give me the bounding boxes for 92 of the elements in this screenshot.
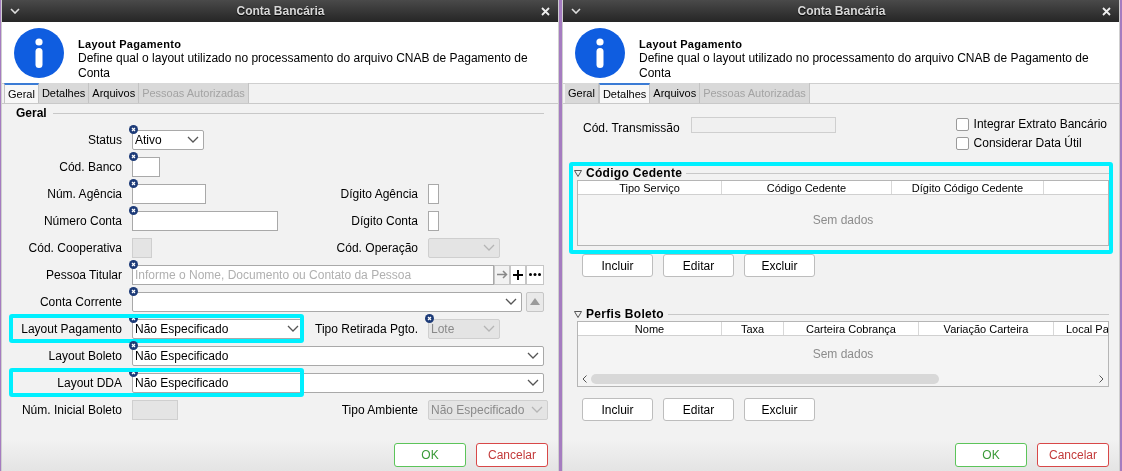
column-header[interactable]: Variação Carteira (919, 322, 1054, 335)
scroll-right-icon[interactable] (1099, 375, 1104, 383)
column-header[interactable]: Nome (578, 322, 722, 335)
field-label: Dígito Agência (339, 185, 418, 203)
table-action-button[interactable]: Excluir (744, 398, 815, 421)
tab[interactable]: Geral (4, 83, 39, 103)
window-title: Conta Bancária (236, 3, 325, 20)
tab[interactable]: Detalhes (598, 83, 651, 103)
field-label: Tipo Retirada Pgto. (314, 320, 418, 338)
chevron-down-icon (527, 378, 539, 387)
field-label: Status (86, 131, 122, 149)
field-label: Cód. Banco (58, 158, 122, 176)
more-button[interactable] (526, 264, 544, 285)
chevron-down-icon (527, 351, 539, 360)
add-button[interactable] (510, 264, 526, 285)
collapse-toggle-icon[interactable] (574, 169, 582, 177)
ok-button[interactable]: OK (955, 443, 1027, 467)
collapse-toggle-icon[interactable] (574, 310, 582, 318)
tab[interactable]: Geral (565, 83, 599, 103)
field-label: Cód. Operação (335, 239, 418, 257)
empty-message: Sem dados (812, 212, 874, 229)
info-title: Layout Pagamento (639, 37, 744, 51)
field-label: Conta Corrente (38, 293, 122, 311)
section-title: Geral (16, 105, 47, 122)
field-label: Layout DDA (56, 374, 122, 392)
chevron-down-icon[interactable] (10, 8, 20, 14)
tab[interactable]: Arquivos (650, 83, 701, 103)
chevron-down-icon (483, 324, 495, 333)
table-action-button[interactable]: Incluir (582, 398, 653, 421)
window-title: Conta Bancária (797, 3, 886, 20)
field-label: Cód. Transmissão (583, 120, 680, 137)
field-label: Número Conta (42, 212, 122, 230)
table-action-button[interactable]: Incluir (582, 254, 653, 277)
person-search-field[interactable]: Informe o Nome, Documento ou Contato da Pessoa (132, 264, 494, 285)
column-header[interactable]: Dígito Código Cedente (892, 181, 1044, 194)
field-label: Pessoa Titular (44, 266, 122, 284)
plus-icon (513, 269, 523, 280)
checkbox-label: Considerar Data Útil (973, 134, 1082, 152)
ok-button[interactable]: OK (394, 443, 466, 467)
field-label: Núm. Agência (46, 185, 122, 203)
dropdown-field[interactable]: Não Especificado (132, 345, 544, 366)
checkbox-label: Integrar Extrato Bancário (973, 116, 1107, 133)
info-description: Define qual o layout utilizado no processamento do arquivo CNAB de Pagamento de Conta (78, 51, 529, 81)
text-field[interactable] (428, 210, 439, 231)
dropdown-field[interactable]: Não Especificado (132, 372, 544, 393)
cancel-button[interactable]: Cancelar (476, 443, 548, 467)
ellipsis-icon (529, 273, 541, 276)
text-field[interactable] (132, 156, 160, 177)
text-field[interactable] (428, 183, 439, 204)
info-icon (14, 28, 64, 78)
chevron-down-icon (187, 135, 199, 144)
dropdown-field[interactable] (132, 291, 522, 312)
arrow-right-icon (496, 270, 508, 279)
scroll-left-icon[interactable] (582, 375, 587, 383)
column-header[interactable]: Carteira Cobrança (784, 322, 919, 335)
empty-message: Sem dados (812, 346, 874, 363)
field-label: Cód. Cooperativa (27, 239, 122, 257)
field-label: Layout Boleto (47, 347, 122, 365)
table-action-button[interactable]: Excluir (744, 254, 815, 277)
scrollbar-thumb[interactable] (591, 374, 939, 384)
column-header[interactable]: Taxa (722, 322, 784, 335)
checkbox[interactable] (955, 136, 969, 150)
tab[interactable]: Detalhes (38, 83, 90, 103)
group-title: Código Cedente (586, 165, 683, 182)
table-action-button[interactable]: Editar (663, 398, 734, 421)
group-title: Perfis Boleto (586, 306, 664, 323)
chevron-down-icon[interactable] (571, 8, 581, 14)
dropdown-field[interactable]: Ativo (132, 129, 204, 150)
cancel-button[interactable]: Cancelar (1037, 443, 1109, 467)
chevron-down-icon (483, 243, 495, 252)
text-field[interactable] (132, 210, 278, 231)
field-label: Tipo Ambiente (340, 401, 418, 419)
table-action-button[interactable]: Editar (663, 254, 734, 277)
field-label: Dígito Conta (350, 212, 418, 230)
info-icon (575, 28, 625, 78)
info-description: Define qual o layout utilizado no processamento do arquivo CNAB de Pagamento de Conta (639, 51, 1090, 81)
close-icon[interactable] (1102, 6, 1111, 16)
column-header[interactable]: Tipo Serviço (578, 181, 722, 194)
column-header[interactable]: Código Cedente (722, 181, 892, 194)
chevron-down-icon (505, 297, 517, 306)
chevron-down-icon (531, 405, 543, 414)
checkbox[interactable] (955, 117, 969, 131)
text-field[interactable] (132, 183, 206, 204)
info-title: Layout Pagamento (78, 37, 183, 51)
field-label: Layout Pagamento (20, 320, 122, 338)
triangle-up-icon (530, 298, 540, 305)
tab[interactable]: Arquivos (89, 83, 140, 103)
chevron-down-icon (287, 324, 299, 333)
column-header[interactable]: Local Pa (1054, 322, 1108, 335)
expand-button[interactable] (526, 291, 544, 312)
close-icon[interactable] (541, 6, 550, 16)
field-label: Núm. Inicial Boleto (20, 401, 122, 419)
